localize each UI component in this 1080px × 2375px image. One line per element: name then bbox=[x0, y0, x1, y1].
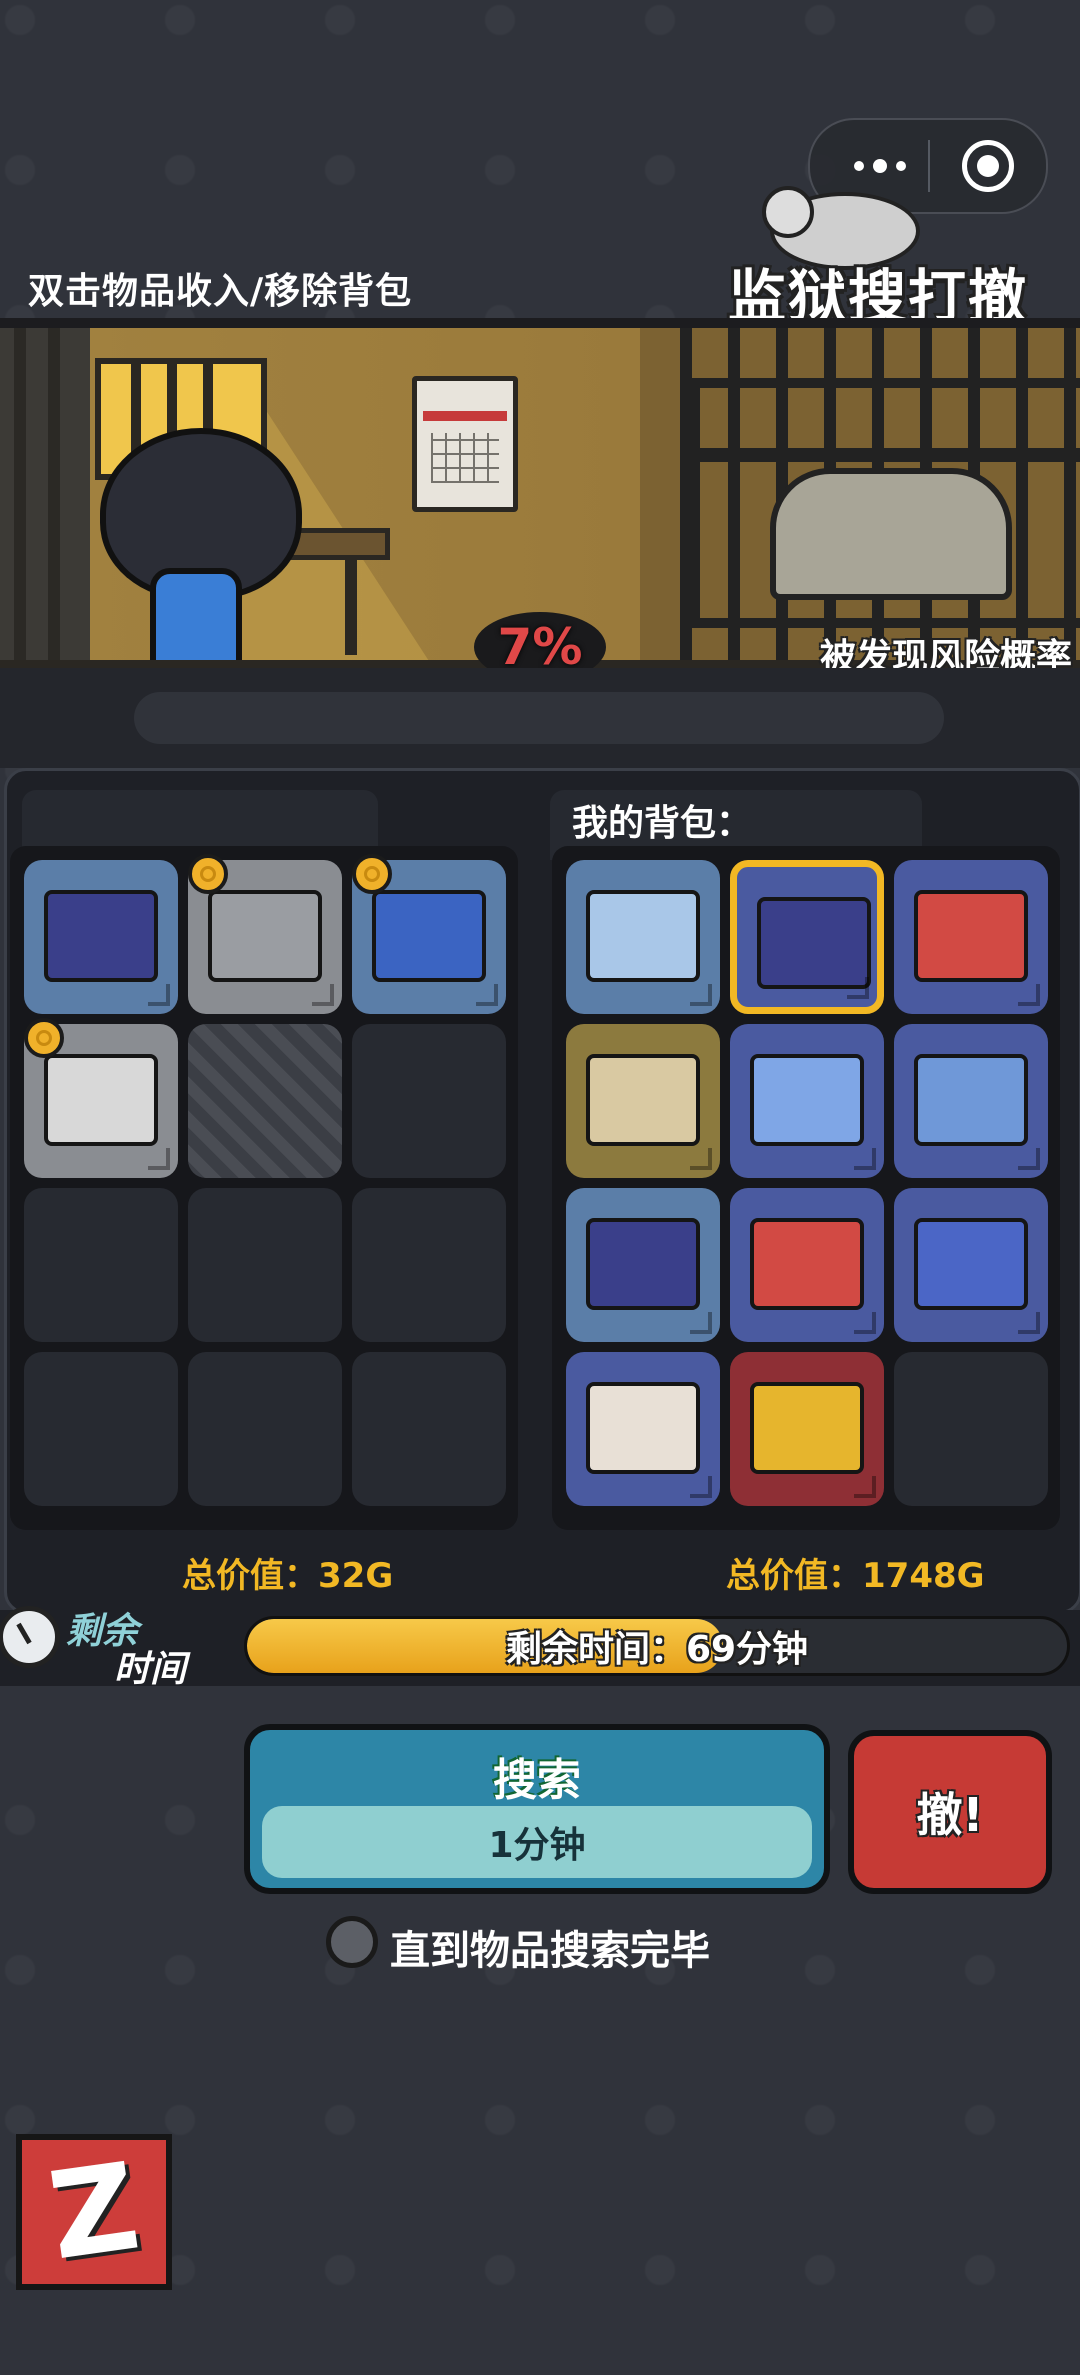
slot-corner-mark bbox=[148, 1148, 170, 1170]
slot-corner-mark bbox=[690, 1148, 712, 1170]
pill-blister-icon bbox=[914, 1218, 1028, 1310]
slot-corner-mark bbox=[690, 1476, 712, 1498]
backpack-total-value: 总价值：1748G bbox=[726, 1556, 985, 1596]
food-pack-icon bbox=[44, 890, 158, 982]
z-icon: Z bbox=[41, 2137, 147, 2287]
backpack-item-slot[interactable] bbox=[566, 1188, 720, 1342]
container-empty-slot[interactable] bbox=[24, 1352, 178, 1506]
search-button-label: 搜索 bbox=[493, 1755, 581, 1806]
container-item-slot[interactable] bbox=[24, 860, 178, 1014]
container-empty-slot[interactable] bbox=[188, 1352, 342, 1506]
left-bar bbox=[14, 328, 26, 680]
slot-corner-mark bbox=[847, 977, 869, 999]
search-progress-track bbox=[134, 692, 944, 744]
backpack-item-slot[interactable] bbox=[894, 1188, 1048, 1342]
time-remaining-text: 剩余时间：69分钟 bbox=[505, 1629, 809, 1670]
blue-bandage-icon bbox=[914, 1054, 1028, 1146]
burger-pack-icon bbox=[757, 897, 871, 989]
blue-pills-icon bbox=[586, 890, 700, 982]
container-empty-slot[interactable] bbox=[24, 1188, 178, 1342]
backpack-empty-slot[interactable] bbox=[894, 1352, 1048, 1506]
time-label-bottom: 时间 bbox=[114, 1649, 187, 1690]
target-icon[interactable] bbox=[962, 140, 1014, 192]
backpack-item-slot[interactable] bbox=[730, 1024, 884, 1178]
container-empty-slot[interactable] bbox=[352, 1024, 506, 1178]
container-empty-slot[interactable] bbox=[352, 1188, 506, 1342]
container-locked-slot[interactable] bbox=[188, 1024, 342, 1178]
slot-corner-mark bbox=[854, 1312, 876, 1334]
backpack-item-slot[interactable] bbox=[730, 1188, 884, 1342]
backpack-item-slot[interactable] bbox=[566, 1352, 720, 1506]
first-aid-kit-icon bbox=[914, 890, 1028, 982]
slot-corner-mark bbox=[854, 1148, 876, 1170]
toy-ticket-icon bbox=[750, 1054, 864, 1146]
slot-corner-mark bbox=[1018, 984, 1040, 1006]
backpack-item-slot[interactable] bbox=[894, 1024, 1048, 1178]
hot-sauce-bottle-icon bbox=[586, 1382, 700, 1474]
slot-corner-mark bbox=[1018, 1312, 1040, 1334]
until-done-toggle[interactable] bbox=[326, 1916, 378, 1968]
slot-corner-mark bbox=[1018, 1148, 1040, 1170]
search-progress-area bbox=[0, 668, 1080, 768]
gold-coin-icon bbox=[188, 854, 228, 894]
more-dots-icon[interactable] bbox=[840, 148, 920, 184]
comic-book-icon bbox=[44, 1054, 158, 1146]
backpack-item-slot[interactable] bbox=[730, 860, 884, 1014]
wall-calendar-icon bbox=[412, 376, 518, 512]
backpack-item-slot[interactable] bbox=[894, 860, 1048, 1014]
until-done-label: 直到物品搜索完毕 bbox=[390, 1928, 710, 1974]
slot-corner-mark bbox=[690, 1312, 712, 1334]
capsule-divider bbox=[928, 140, 930, 192]
container-empty-slot[interactable] bbox=[352, 1352, 506, 1506]
backpack-item-slot[interactable] bbox=[566, 860, 720, 1014]
gold-coin-icon bbox=[352, 854, 392, 894]
stopwatch-icon bbox=[0, 1606, 60, 1668]
container-grid bbox=[10, 846, 518, 1530]
escape-button[interactable]: 撤! bbox=[848, 1730, 1052, 1894]
slot-corner-mark bbox=[148, 984, 170, 1006]
first-aid-kit-icon bbox=[750, 1218, 864, 1310]
slot-corner-mark bbox=[854, 1476, 876, 1498]
slot-corner-mark bbox=[690, 984, 712, 1006]
left-bar bbox=[48, 328, 60, 680]
slot-corner-mark bbox=[312, 984, 334, 1006]
metal-scrap-icon bbox=[208, 890, 322, 982]
backpack-grid bbox=[552, 846, 1060, 1530]
search-duration: 1分钟 bbox=[262, 1806, 812, 1878]
backpack-title: 我的背包： bbox=[572, 803, 753, 844]
film-reel-icon bbox=[586, 1054, 700, 1146]
sleep-z-button[interactable]: Z bbox=[16, 2134, 172, 2290]
lightning-poster-icon bbox=[372, 890, 486, 982]
time-remaining-bar: 剩余时间：69分钟 bbox=[244, 1616, 1070, 1676]
instruction-text: 双击物品收入/移除背包 bbox=[28, 271, 413, 312]
slot-corner-mark bbox=[476, 984, 498, 1006]
search-button[interactable]: 搜索 1分钟 bbox=[244, 1724, 830, 1894]
sleeping-guard bbox=[770, 468, 1012, 600]
gold-coin-icon bbox=[24, 1018, 64, 1058]
food-pack-icon bbox=[586, 1218, 700, 1310]
backpack-item-slot[interactable] bbox=[566, 1024, 720, 1178]
gold-bar-card-icon bbox=[750, 1382, 864, 1474]
container-total-value: 总价值：32G bbox=[182, 1556, 394, 1596]
backpack-item-slot[interactable] bbox=[730, 1352, 884, 1506]
container-empty-slot[interactable] bbox=[188, 1188, 342, 1342]
